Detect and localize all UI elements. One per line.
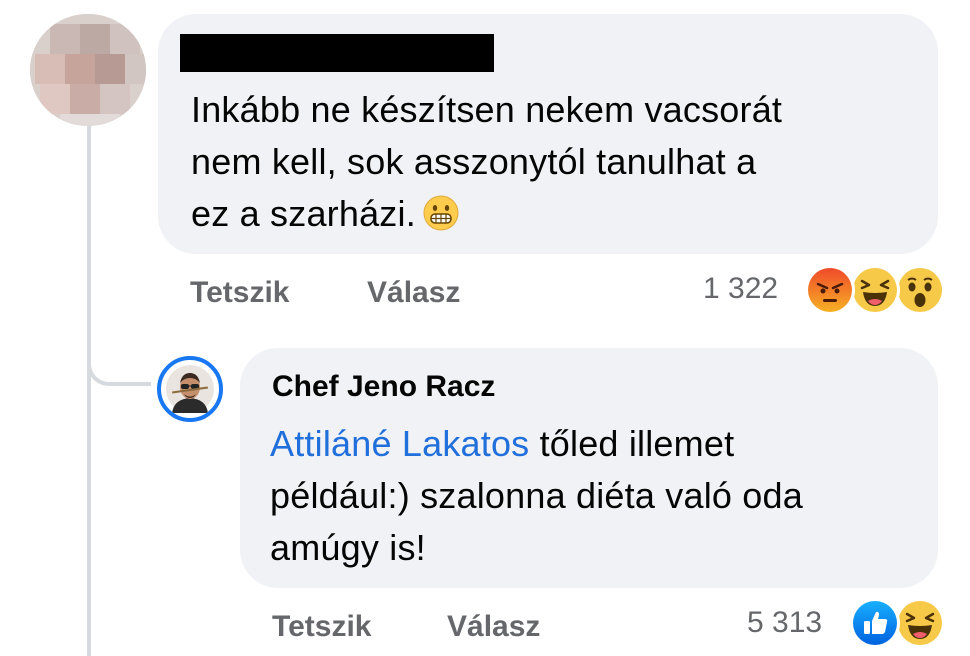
like-button[interactable]: Tetszik	[190, 276, 289, 310]
comment-text-line: Attiláné Lakatos tőled illemet	[270, 418, 920, 470]
comment-text-fragment: ez a szarházi.	[191, 193, 416, 234]
avatar[interactable]	[157, 356, 223, 422]
reaction-count[interactable]: 5 313	[747, 606, 822, 640]
reply-text: Attiláné Lakatos tőled illemet például:)…	[270, 418, 920, 574]
avatar-pixelated[interactable]	[30, 14, 146, 126]
thread-line	[87, 118, 91, 656]
reply-button[interactable]: Válasz	[367, 276, 460, 310]
haha-reaction-icon[interactable]	[850, 265, 900, 315]
comment-text-line: Inkább ne készítsen nekem vacsorát	[191, 89, 783, 130]
comment-text-line: amúgy is!	[270, 527, 426, 568]
angry-reaction-icon[interactable]	[805, 265, 855, 315]
mention-link[interactable]: Attiláné Lakatos	[270, 423, 529, 464]
comment-text-line: ez a szarházi.	[191, 188, 911, 240]
reply-connector	[87, 300, 151, 386]
reply-button[interactable]: Válasz	[447, 610, 540, 644]
comment-text-fragment: tőled illemet	[529, 423, 735, 464]
comment-text-line: például:) szalonna diéta való oda	[270, 475, 803, 516]
chef-portrait-icon	[166, 365, 214, 413]
redacted-author-name	[180, 34, 494, 72]
comment-text-line: nem kell, sok asszonytól tanulhat a	[191, 141, 757, 182]
grimacing-face-emoji	[423, 195, 459, 231]
reaction-count[interactable]: 1 322	[703, 272, 778, 306]
like-reaction-icon[interactable]	[850, 598, 900, 648]
haha-reaction-icon[interactable]	[895, 598, 945, 648]
wow-reaction-icon[interactable]	[895, 265, 945, 315]
comment-text: Inkább ne készítsen nekem vacsorát nem k…	[191, 84, 911, 240]
like-button[interactable]: Tetszik	[272, 610, 371, 644]
comment-thread: Inkább ne készítsen nekem vacsorát nem k…	[0, 0, 970, 656]
comment-author-name[interactable]: Chef Jeno Racz	[272, 370, 495, 404]
